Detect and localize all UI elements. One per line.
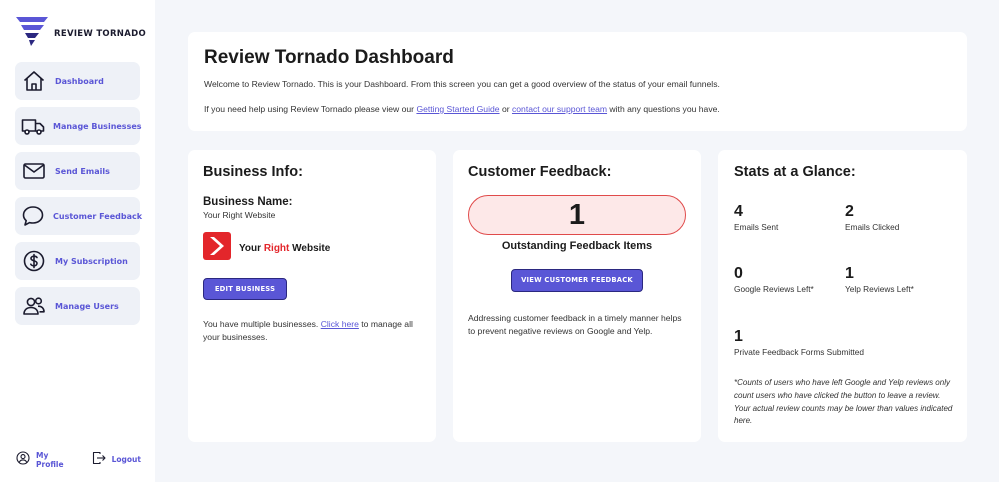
logout-icon — [92, 450, 106, 469]
customer-feedback-title: Customer Feedback: — [468, 164, 612, 180]
stat-private-feedback: 1 Private Feedback Forms Submitted — [734, 328, 864, 357]
sidebar-item-label: Customer Feedback — [53, 211, 143, 221]
business-info-card: Business Info: Business Name: Your Right… — [188, 150, 436, 442]
brand-name: REVIEW TORNADO — [54, 29, 146, 39]
stats-footnote: *Counts of users who have left Google an… — [734, 378, 953, 426]
sidebar-item-label: Send Emails — [55, 166, 110, 176]
page-title: Review Tornado Dashboard — [204, 47, 454, 68]
home-icon — [21, 68, 47, 94]
sidebar-item-label: Dashboard — [55, 76, 104, 86]
stat-emails-sent: 4 Emails Sent — [734, 203, 778, 232]
tornado-logo-icon — [14, 14, 50, 52]
envelope-icon — [21, 158, 47, 184]
stat-value: 2 — [845, 203, 854, 220]
truck-icon — [21, 113, 45, 139]
sidebar-item-label: Manage Businesses — [53, 121, 142, 131]
business-logo-text: Your Right Website — [239, 243, 330, 254]
business-name-label: Business Name: — [203, 196, 293, 208]
intro-text: Welcome to Review Tornado. This is your … — [204, 79, 720, 89]
feedback-note: Addressing customer feedback in a timely… — [468, 312, 682, 336]
feedback-count-badge: 1 — [468, 195, 686, 235]
sidebar: REVIEW TORNADO Dashboard Manage Business… — [0, 0, 155, 482]
stat-label: Emails Clicked — [845, 222, 900, 232]
sidebar-item-label: My Subscription — [55, 256, 128, 266]
stat-value: 1 — [734, 328, 743, 345]
stat-emails-clicked: 2 Emails Clicked — [845, 203, 899, 232]
sidebar-item-customer-feedback[interactable]: Customer Feedback — [15, 197, 143, 235]
stats-card: Stats at a Glance: 4 Emails Sent 2 Email… — [718, 150, 967, 442]
sidebar-item-my-subscription[interactable]: My Subscription — [15, 242, 140, 280]
edit-business-button[interactable]: EDIT BUSINESS — [203, 278, 287, 300]
stats-title: Stats at a Glance: — [734, 164, 856, 180]
dollar-icon — [21, 248, 47, 274]
sidebar-footer: My Profile Logout — [16, 450, 155, 469]
user-circle-icon — [16, 450, 30, 469]
help-text-middle: or — [499, 104, 512, 114]
stat-label: Google Reviews Left* — [734, 284, 814, 294]
my-profile-label: My Profile — [36, 450, 64, 469]
stat-value: 1 — [845, 265, 854, 282]
dashboard-header-card: Review Tornado Dashboard Welcome to Revi… — [188, 32, 967, 131]
brand[interactable]: REVIEW TORNADO — [14, 14, 146, 52]
help-text: If you need help using Review Tornado pl… — [204, 104, 951, 114]
play-arrow-logo-icon — [203, 232, 231, 264]
help-text-suffix: with any questions you have. — [607, 104, 720, 114]
getting-started-guide-link[interactable]: Getting Started Guide — [416, 104, 499, 114]
sidebar-item-dashboard[interactable]: Dashboard — [15, 62, 140, 100]
sidebar-item-manage-businesses[interactable]: Manage Businesses — [15, 107, 142, 145]
stat-label: Yelp Reviews Left* — [845, 284, 914, 294]
stat-label: Private Feedback Forms Submitted — [734, 347, 865, 357]
view-customer-feedback-button[interactable]: VIEW CUSTOMER FEEDBACK — [511, 268, 643, 292]
help-text-prefix: If you need help using Review Tornado pl… — [204, 104, 417, 114]
sidebar-item-manage-users[interactable]: Manage Users — [15, 287, 140, 325]
logout-label: Logout — [111, 455, 141, 464]
business-logo: Your Right Website — [203, 232, 421, 264]
logo-word-your: Your — [239, 242, 264, 254]
multiple-businesses-note: You have multiple businesses. Click here… — [203, 318, 421, 344]
feedback-count-label: Outstanding Feedback Items — [501, 240, 653, 252]
sidebar-nav: Dashboard Manage Businesses Send Emails … — [15, 62, 143, 332]
stat-yelp-reviews: 1 Yelp Reviews Left* — [845, 265, 914, 294]
sidebar-item-label: Manage Users — [55, 301, 119, 311]
business-name-value: Your Right Website — [203, 210, 276, 220]
contact-support-link[interactable]: contact our support team — [512, 104, 607, 114]
sidebar-item-send-emails[interactable]: Send Emails — [15, 152, 140, 190]
stat-value: 4 — [734, 203, 743, 220]
logo-word-website: Website — [289, 242, 331, 254]
business-info-title: Business Info: — [203, 164, 303, 180]
stat-label: Emails Sent — [734, 222, 779, 232]
stat-google-reviews: 0 Google Reviews Left* — [734, 265, 814, 294]
view-feedback-button-wrap: VIEW CUSTOMER FEEDBACK — [468, 267, 686, 292]
stat-value: 0 — [734, 265, 743, 282]
customer-feedback-card: Customer Feedback: 1 Outstanding Feedbac… — [453, 150, 701, 442]
manage-businesses-link[interactable]: Click here — [321, 319, 359, 329]
users-icon — [21, 293, 47, 319]
logout-link[interactable]: Logout — [92, 450, 141, 469]
chat-bubble-icon — [21, 203, 45, 229]
note-prefix: You have multiple businesses. — [203, 319, 321, 329]
my-profile-link[interactable]: My Profile — [16, 450, 78, 469]
logo-word-right: Right — [263, 242, 290, 254]
